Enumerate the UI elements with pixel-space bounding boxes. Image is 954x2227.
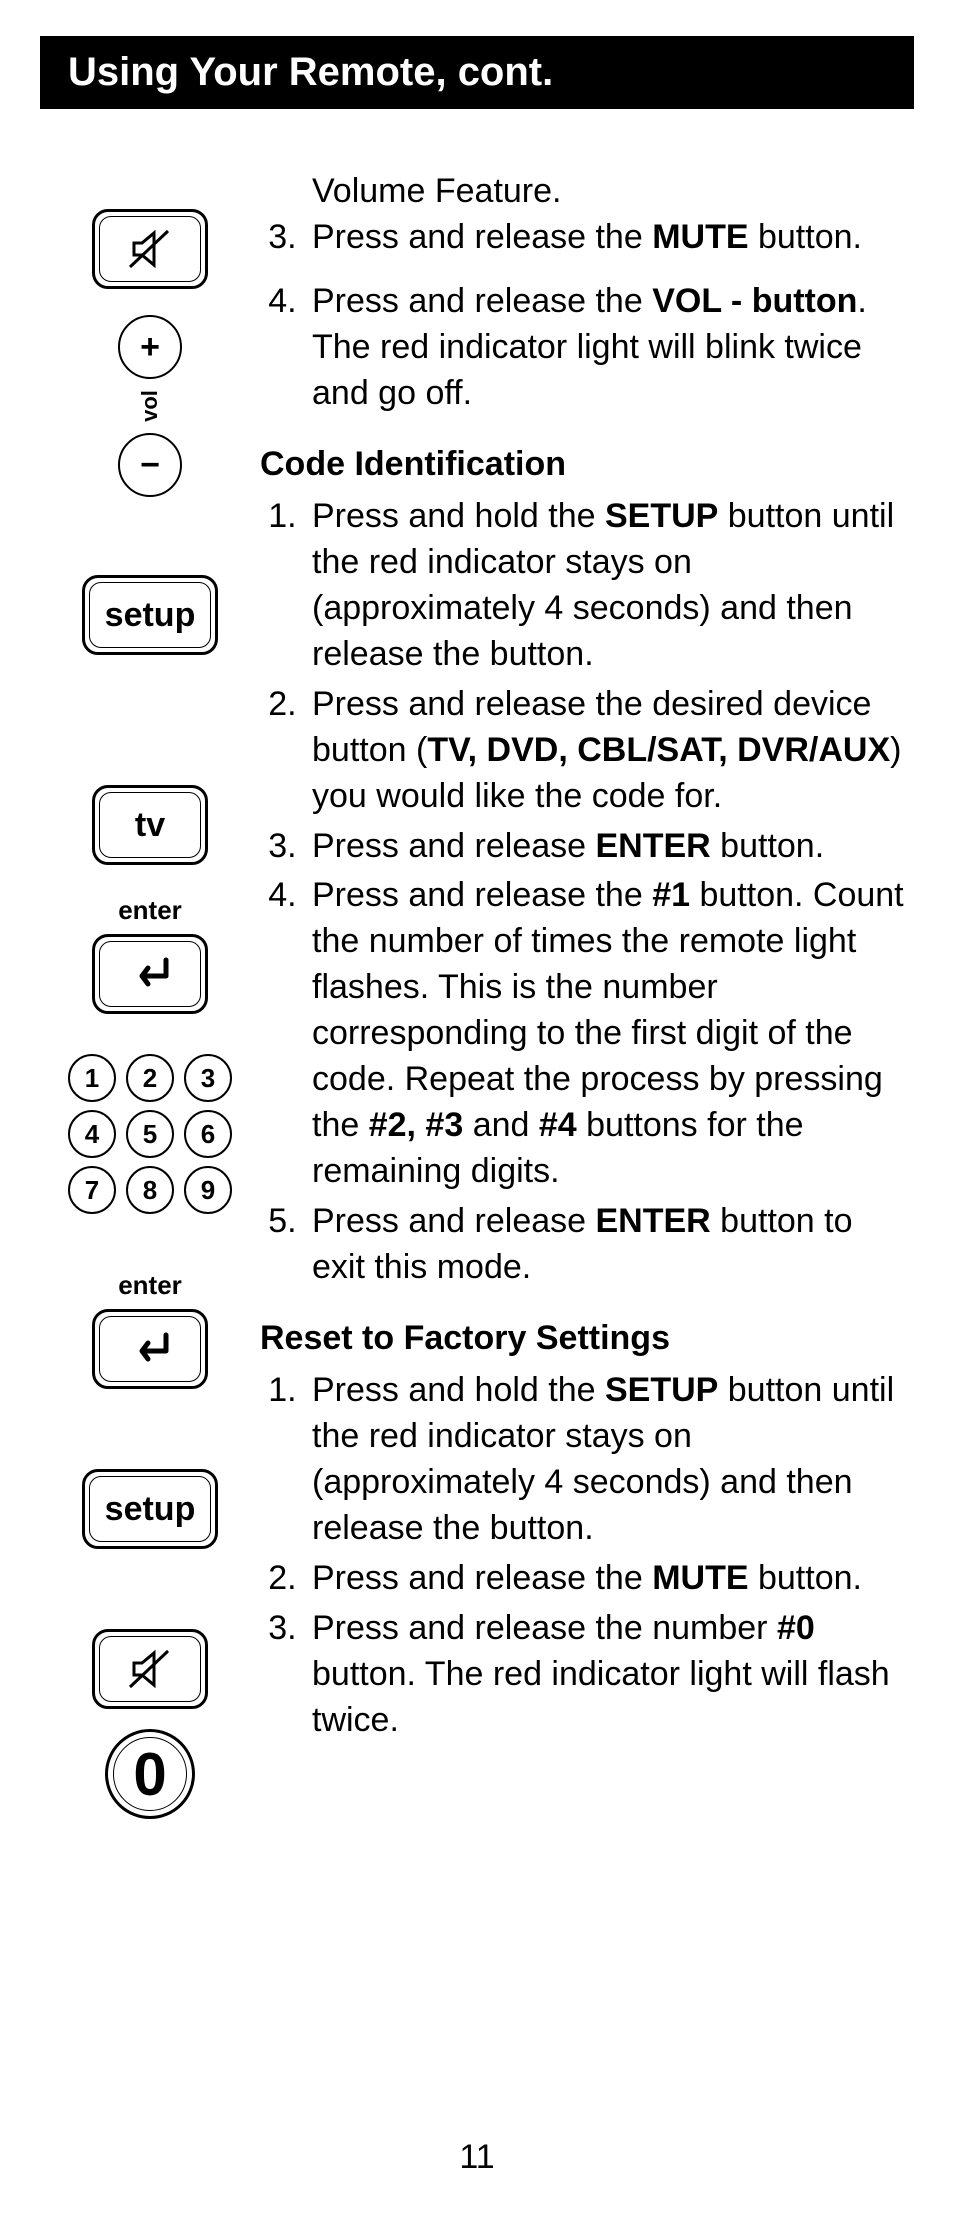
enter-arrow-icon xyxy=(126,954,174,994)
step-vol-3: Press and release the MUTE button. xyxy=(306,215,910,261)
keypad-9: 9 xyxy=(184,1166,232,1214)
code-identification-heading: Code Identification xyxy=(260,442,910,488)
keypad-7: 7 xyxy=(68,1166,116,1214)
step-code-5: Press and release ENTER button to exit t… xyxy=(306,1199,910,1291)
section-header: Using Your Remote, cont. xyxy=(40,36,914,109)
step-code-1: Press and hold the SETUP button until th… xyxy=(306,494,910,678)
mute-button-graphic-2 xyxy=(92,1629,208,1709)
manual-page: Using Your Remote, cont. + vol − xyxy=(0,0,954,2227)
step-vol-4: Press and release the VOL - button. The … xyxy=(306,279,910,417)
keypad-4: 4 xyxy=(68,1110,116,1158)
section-header-text: Using Your Remote, cont. xyxy=(68,50,553,94)
enter-button-graphic xyxy=(92,934,208,1014)
volume-feature-line: Volume Feature. xyxy=(260,169,910,215)
enter-label: enter xyxy=(118,895,182,926)
code-identification-steps: Press and hold the SETUP button until th… xyxy=(260,494,910,1290)
keypad-3: 3 xyxy=(184,1054,232,1102)
illustration-column: + vol − setup tv enter xyxy=(40,169,260,1819)
keypad-6: 6 xyxy=(184,1110,232,1158)
keypad-2: 2 xyxy=(126,1054,174,1102)
volume-control-graphic: + vol − xyxy=(118,315,182,497)
setup-button-graphic: setup xyxy=(82,575,218,655)
enter-arrow-icon xyxy=(126,1329,174,1369)
step-code-3: Press and release ENTER button. xyxy=(306,824,910,870)
keypad-1: 1 xyxy=(68,1054,116,1102)
mute-icon xyxy=(128,1647,172,1691)
vol-down-button-graphic: − xyxy=(118,433,182,497)
keypad-5: 5 xyxy=(126,1110,174,1158)
enter-label-2: enter xyxy=(118,1270,182,1301)
step-reset-3: Press and release the number #0 button. … xyxy=(306,1606,910,1744)
volume-feature-steps: Press and release the MUTE button. xyxy=(260,215,910,261)
step-code-2: Press and release the desired device but… xyxy=(306,682,910,820)
step-code-4: Press and release the #1 button. Count t… xyxy=(306,873,910,1194)
tv-button-graphic: tv xyxy=(92,785,208,865)
enter-button-graphic-2 xyxy=(92,1309,208,1389)
mute-icon xyxy=(128,227,172,271)
reset-steps: Press and hold the SETUP button until th… xyxy=(260,1368,910,1743)
keypad-8: 8 xyxy=(126,1166,174,1214)
volume-feature-steps-4: Press and release the VOL - button. The … xyxy=(260,279,910,417)
mute-button-graphic xyxy=(92,209,208,289)
vol-up-button-graphic: + xyxy=(118,315,182,379)
zero-button-graphic: 0 xyxy=(105,1729,195,1819)
step-reset-2: Press and release the MUTE button. xyxy=(306,1556,910,1602)
reset-heading: Reset to Factory Settings xyxy=(260,1316,910,1362)
setup-button-graphic-2: setup xyxy=(82,1469,218,1549)
instruction-text-column: Volume Feature. Press and release the MU… xyxy=(260,169,914,1748)
vol-label: vol xyxy=(137,390,163,422)
step-reset-1: Press and hold the SETUP button until th… xyxy=(306,1368,910,1552)
page-number: 11 xyxy=(0,2138,954,2177)
number-keypad-graphic: 1 2 3 4 5 6 7 8 9 xyxy=(68,1054,232,1214)
two-column-layout: + vol − setup tv enter xyxy=(40,169,914,1819)
